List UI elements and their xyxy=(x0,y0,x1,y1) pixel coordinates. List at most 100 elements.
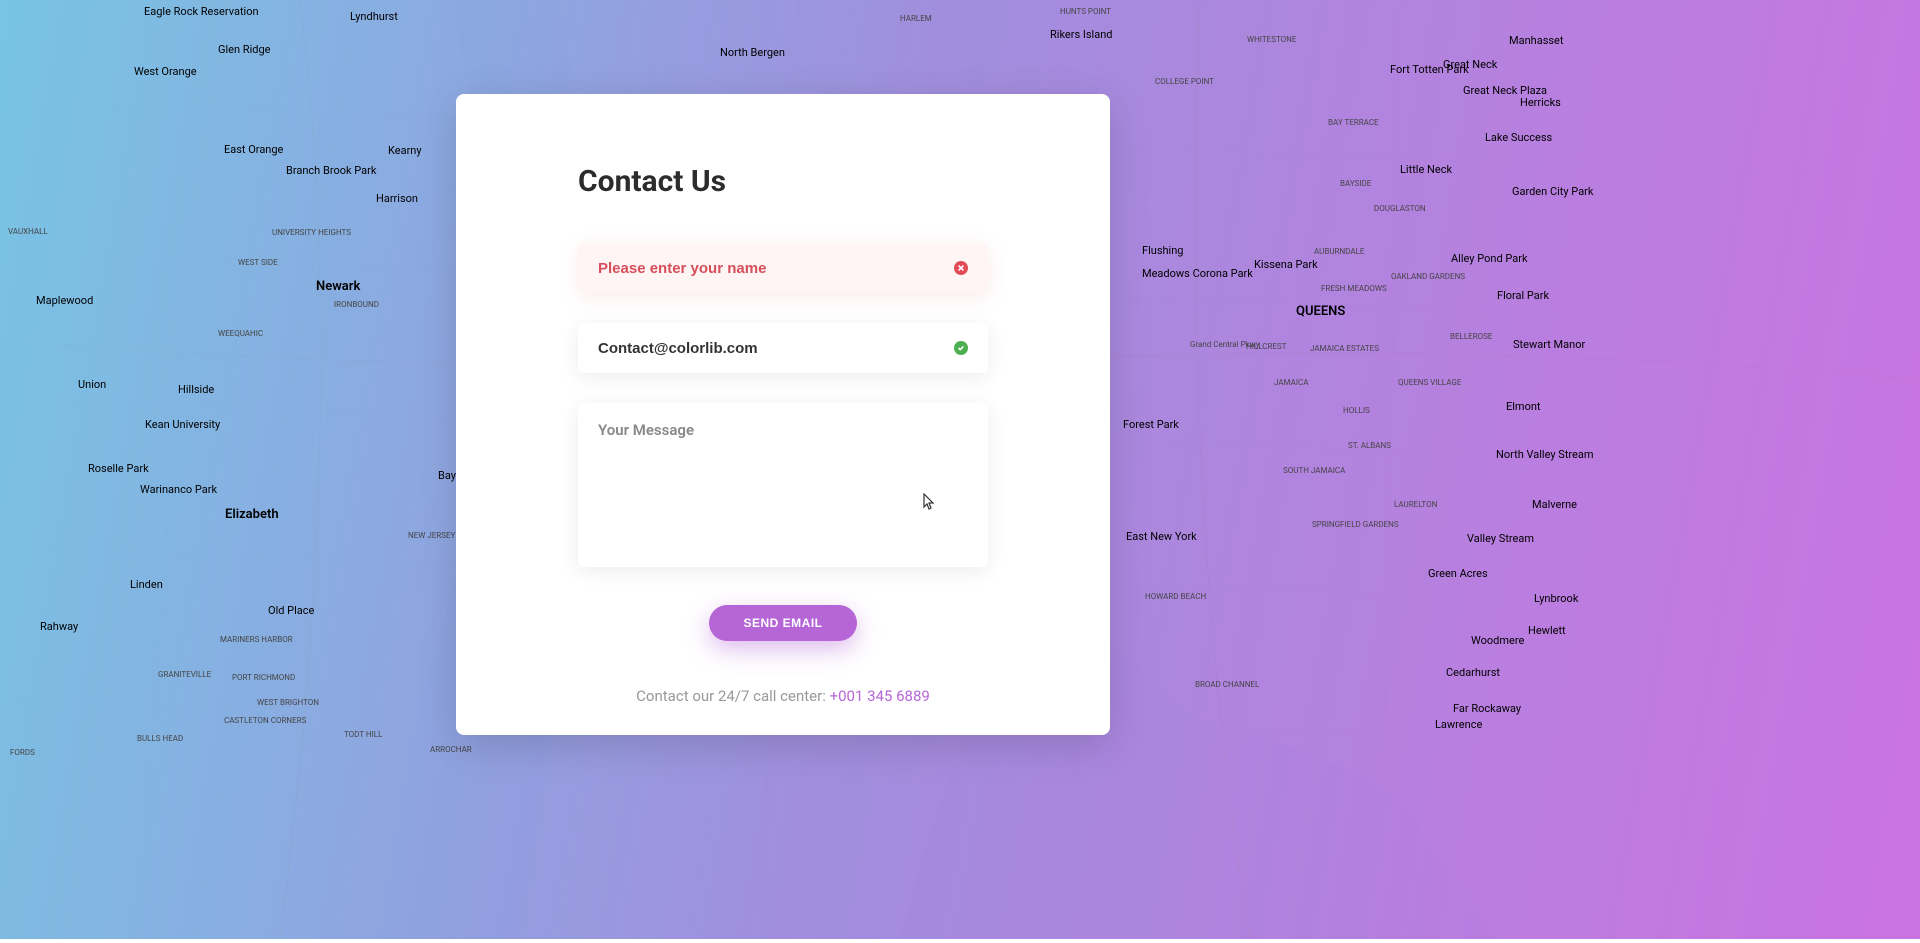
map-label: UNIVERSITY HEIGHTS xyxy=(272,228,351,237)
map-label: Old Place xyxy=(268,604,314,617)
map-label: Flushing xyxy=(1142,244,1183,257)
map-label: Elizabeth xyxy=(225,507,279,522)
send-email-button[interactable]: SEND EMAIL xyxy=(709,605,856,641)
map-label: VAUXHALL xyxy=(8,227,48,236)
map-label: IRONBOUND xyxy=(334,300,379,309)
map-label: HARLEM xyxy=(900,14,932,23)
map-label: Hewlett xyxy=(1528,624,1566,637)
map-label: WEST SIDE xyxy=(238,258,278,267)
map-label: JAMAICA ESTATES xyxy=(1310,344,1379,353)
map-label: Branch Brook Park xyxy=(286,164,376,177)
map-label: Lynbrook xyxy=(1534,592,1578,605)
map-label: WHITESTONE xyxy=(1247,35,1296,44)
map-label: Forest Park xyxy=(1123,418,1179,431)
map-label: HOWARD BEACH xyxy=(1145,592,1206,601)
name-field-wrapper xyxy=(578,243,988,293)
map-label: LAURELTON xyxy=(1394,500,1437,509)
map-label: SPRINGFIELD GARDENS xyxy=(1312,520,1399,529)
map-label: Great Neck Plaza xyxy=(1463,84,1547,97)
map-label: Union xyxy=(78,378,106,391)
map-label: Valley Stream xyxy=(1467,532,1534,545)
map-label: Harrison xyxy=(376,192,418,205)
email-input[interactable] xyxy=(578,323,988,373)
map-label: Kissena Park xyxy=(1254,258,1318,271)
map-label: PORT RICHMOND xyxy=(232,673,295,682)
map-label: Meadows Corona Park xyxy=(1142,267,1253,280)
map-label: Fort Totten Park xyxy=(1390,63,1469,76)
map-label: MARINERS HARBOR xyxy=(220,635,293,644)
map-label: BROAD CHANNEL xyxy=(1195,680,1259,689)
map-label: HILLCREST xyxy=(1246,342,1286,351)
map-label: OAKLAND GARDENS xyxy=(1391,272,1465,281)
map-label: FRESH MEADOWS xyxy=(1321,284,1387,293)
map-label: Alley Pond Park xyxy=(1451,252,1528,265)
contact-form-card: Contact Us SEND EMAIL Contact our 24/7 c… xyxy=(456,94,1110,735)
map-label: ST. ALBANS xyxy=(1348,441,1391,450)
map-label: COLLEGE POINT xyxy=(1155,77,1214,86)
map-label: Herricks xyxy=(1520,96,1561,109)
email-field-wrapper xyxy=(578,323,988,373)
map-label: West Orange xyxy=(134,65,197,78)
map-label: GRANITEVILLE xyxy=(158,670,211,679)
map-label: WEEQUAHIC xyxy=(218,329,263,338)
submit-wrapper: SEND EMAIL xyxy=(578,605,988,641)
map-label: HUNTS POINT xyxy=(1060,7,1111,16)
map-label: Cedarhurst xyxy=(1446,666,1500,679)
map-label: JAMAICA xyxy=(1274,378,1308,387)
map-label: BAY TERRACE xyxy=(1328,118,1379,127)
map-label: BELLEROSE xyxy=(1450,332,1492,341)
map-label: FORDS xyxy=(10,748,35,757)
map-label: HOLLIS xyxy=(1343,406,1370,415)
map-label: NEW JERSEY xyxy=(408,531,455,540)
map-label: Roselle Park xyxy=(88,462,149,475)
map-label: TODT HILL xyxy=(344,730,382,739)
map-label: Glen Ridge xyxy=(218,43,270,56)
map-label: Floral Park xyxy=(1497,289,1549,302)
map-label: Eagle Rock Reservation xyxy=(144,5,259,18)
message-textarea[interactable] xyxy=(578,403,988,567)
map-label: Hillside xyxy=(178,383,214,396)
map-label: QUEENS xyxy=(1296,304,1345,319)
map-label: Lyndhurst xyxy=(350,10,398,23)
map-label: Rahway xyxy=(40,620,78,633)
map-label: Great Neck xyxy=(1443,58,1497,71)
map-label: East Orange xyxy=(224,143,283,156)
form-title: Contact Us xyxy=(578,164,988,199)
footer-prefix: Contact our 24/7 call center: xyxy=(636,687,829,705)
map-label: North Bergen xyxy=(720,46,785,59)
map-label: BULLS HEAD xyxy=(137,734,183,743)
name-input[interactable] xyxy=(578,243,988,293)
footer-text: Contact our 24/7 call center: +001 345 6… xyxy=(578,687,988,705)
map-label: Kean University xyxy=(145,418,220,431)
map-label: Garden City Park xyxy=(1512,185,1593,198)
map-label: AUBURNDALE xyxy=(1314,247,1364,256)
map-label: Rikers Island xyxy=(1050,28,1113,41)
map-label: Far Rockaway xyxy=(1453,702,1521,715)
map-label: SOUTH JAMAICA xyxy=(1283,466,1345,475)
map-label: Warinanco Park xyxy=(140,483,217,496)
map-label: QUEENS VILLAGE xyxy=(1398,378,1461,387)
map-label: Manhasset xyxy=(1509,34,1564,47)
map-label: Woodmere xyxy=(1471,634,1524,647)
map-label: Lake Success xyxy=(1485,131,1552,144)
error-icon xyxy=(954,261,968,275)
map-label: WEST BRIGHTON xyxy=(257,698,319,707)
map-label: East New York xyxy=(1126,530,1197,543)
map-label: Linden xyxy=(130,578,163,591)
map-label: Lawrence xyxy=(1435,718,1482,731)
message-field-wrapper xyxy=(578,403,988,571)
footer-phone[interactable]: +001 345 6889 xyxy=(830,687,930,705)
map-label: Green Acres xyxy=(1428,567,1488,580)
map-label: Elmont xyxy=(1506,400,1541,413)
map-label: BAYSIDE xyxy=(1340,179,1371,188)
map-label: Little Neck xyxy=(1400,163,1452,176)
map-label: Kearny xyxy=(388,144,422,157)
success-icon xyxy=(954,341,968,355)
map-label: Malverne xyxy=(1532,498,1577,511)
map-label: CASTLETON CORNERS xyxy=(224,716,306,725)
map-label: DOUGLASTON xyxy=(1374,204,1426,213)
map-label: Stewart Manor xyxy=(1513,338,1585,351)
map-label: Maplewood xyxy=(36,294,93,307)
map-label: North Valley Stream xyxy=(1496,448,1594,461)
map-label: Grand Central Pkwy xyxy=(1190,340,1260,349)
